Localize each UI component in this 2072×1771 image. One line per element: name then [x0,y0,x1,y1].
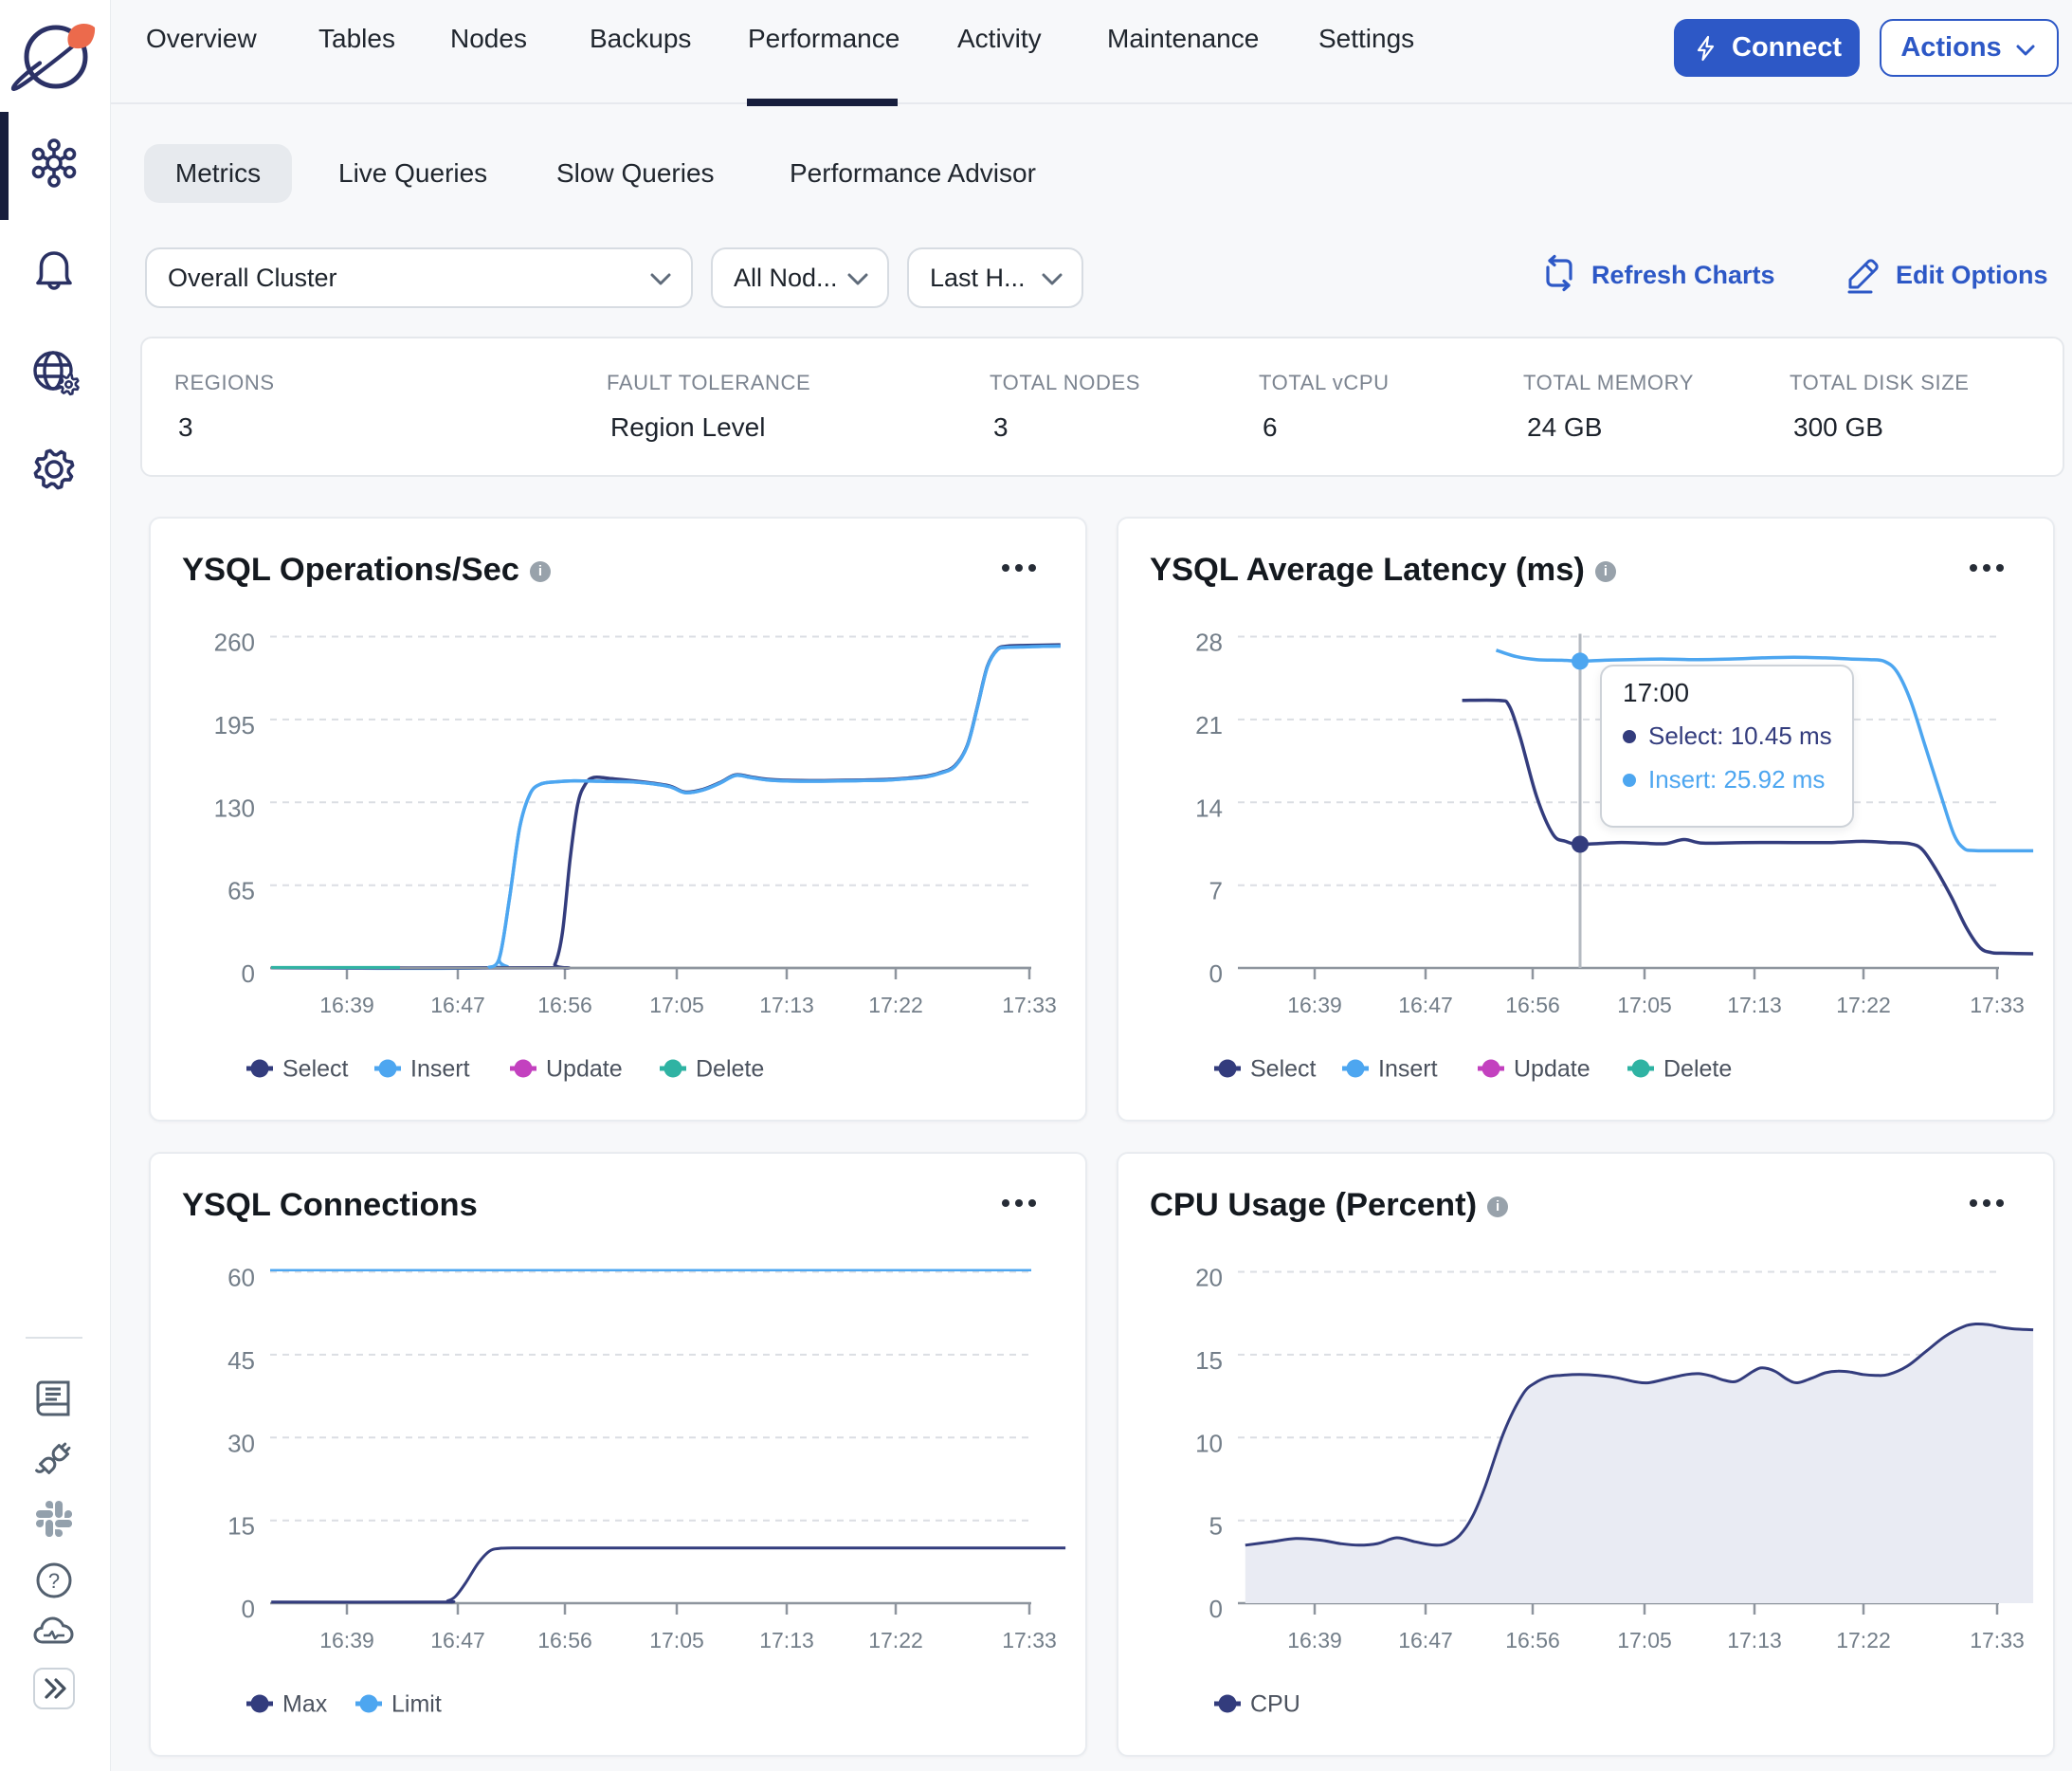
svg-text:16:56: 16:56 [537,993,592,1017]
svg-text:17:33: 17:33 [1002,993,1057,1017]
svg-text:15: 15 [1195,1346,1223,1375]
svg-text:14: 14 [1195,794,1223,822]
svg-text:16:56: 16:56 [537,1628,592,1652]
svg-text:15: 15 [227,1512,255,1541]
svg-text:16:56: 16:56 [1505,1628,1560,1652]
svg-text:Select: Select [1250,1056,1317,1083]
svg-text:Delete: Delete [1663,1056,1732,1083]
svg-text:16:39: 16:39 [1287,993,1342,1017]
svg-text:65: 65 [227,877,255,905]
svg-text:17:22: 17:22 [1836,993,1891,1017]
svg-text:20: 20 [1195,1264,1223,1292]
svg-text:16:56: 16:56 [1505,993,1560,1017]
svg-text:0: 0 [1209,959,1223,988]
svg-text:?: ? [48,1569,60,1593]
svg-text:17:13: 17:13 [759,1628,814,1652]
svg-text:Insert: Insert [410,1056,470,1083]
svg-text:17:13: 17:13 [759,993,814,1017]
svg-text:16:47: 16:47 [1398,993,1453,1017]
svg-text:CPU: CPU [1250,1691,1300,1718]
svg-text:28: 28 [1195,629,1223,657]
svg-text:17:22: 17:22 [868,993,923,1017]
svg-text:17:13: 17:13 [1727,1628,1782,1652]
svg-text:17:33: 17:33 [1970,1628,2025,1652]
svg-text:17:05: 17:05 [1617,993,1672,1017]
svg-text:130: 130 [214,794,255,822]
svg-text:17:05: 17:05 [1617,1628,1672,1652]
svg-text:Insert: Insert [1378,1056,1438,1083]
svg-text:45: 45 [227,1346,255,1375]
svg-text:Limit: Limit [391,1691,442,1718]
svg-text:17:05: 17:05 [649,1628,704,1652]
svg-text:17:13: 17:13 [1727,993,1782,1017]
svg-text:16:39: 16:39 [319,993,374,1017]
svg-text:16:47: 16:47 [1398,1628,1453,1652]
svg-text:17:05: 17:05 [649,993,704,1017]
svg-text:Update: Update [546,1056,623,1083]
svg-text:195: 195 [214,711,255,739]
svg-text:16:39: 16:39 [1287,1628,1342,1652]
svg-text:260: 260 [214,629,255,657]
svg-text:17:22: 17:22 [1836,1628,1891,1652]
svg-text:60: 60 [227,1264,255,1292]
svg-text:Max: Max [282,1691,328,1718]
svg-text:30: 30 [227,1429,255,1457]
svg-text:0: 0 [1209,1595,1223,1623]
svg-text:16:39: 16:39 [319,1628,374,1652]
svg-text:0: 0 [242,1595,255,1623]
svg-text:10: 10 [1195,1429,1223,1457]
svg-text:Update: Update [1514,1056,1590,1083]
svg-text:21: 21 [1195,711,1223,739]
svg-text:0: 0 [242,959,255,988]
svg-text:16:47: 16:47 [430,993,485,1017]
svg-text:16:47: 16:47 [430,1628,485,1652]
svg-text:5: 5 [1209,1512,1223,1541]
svg-text:17:22: 17:22 [868,1628,923,1652]
svg-text:7: 7 [1209,877,1223,905]
svg-text:17:33: 17:33 [1970,993,2025,1017]
svg-text:Select: Select [282,1056,349,1083]
svg-text:17:33: 17:33 [1002,1628,1057,1652]
svg-text:Delete: Delete [696,1056,764,1083]
